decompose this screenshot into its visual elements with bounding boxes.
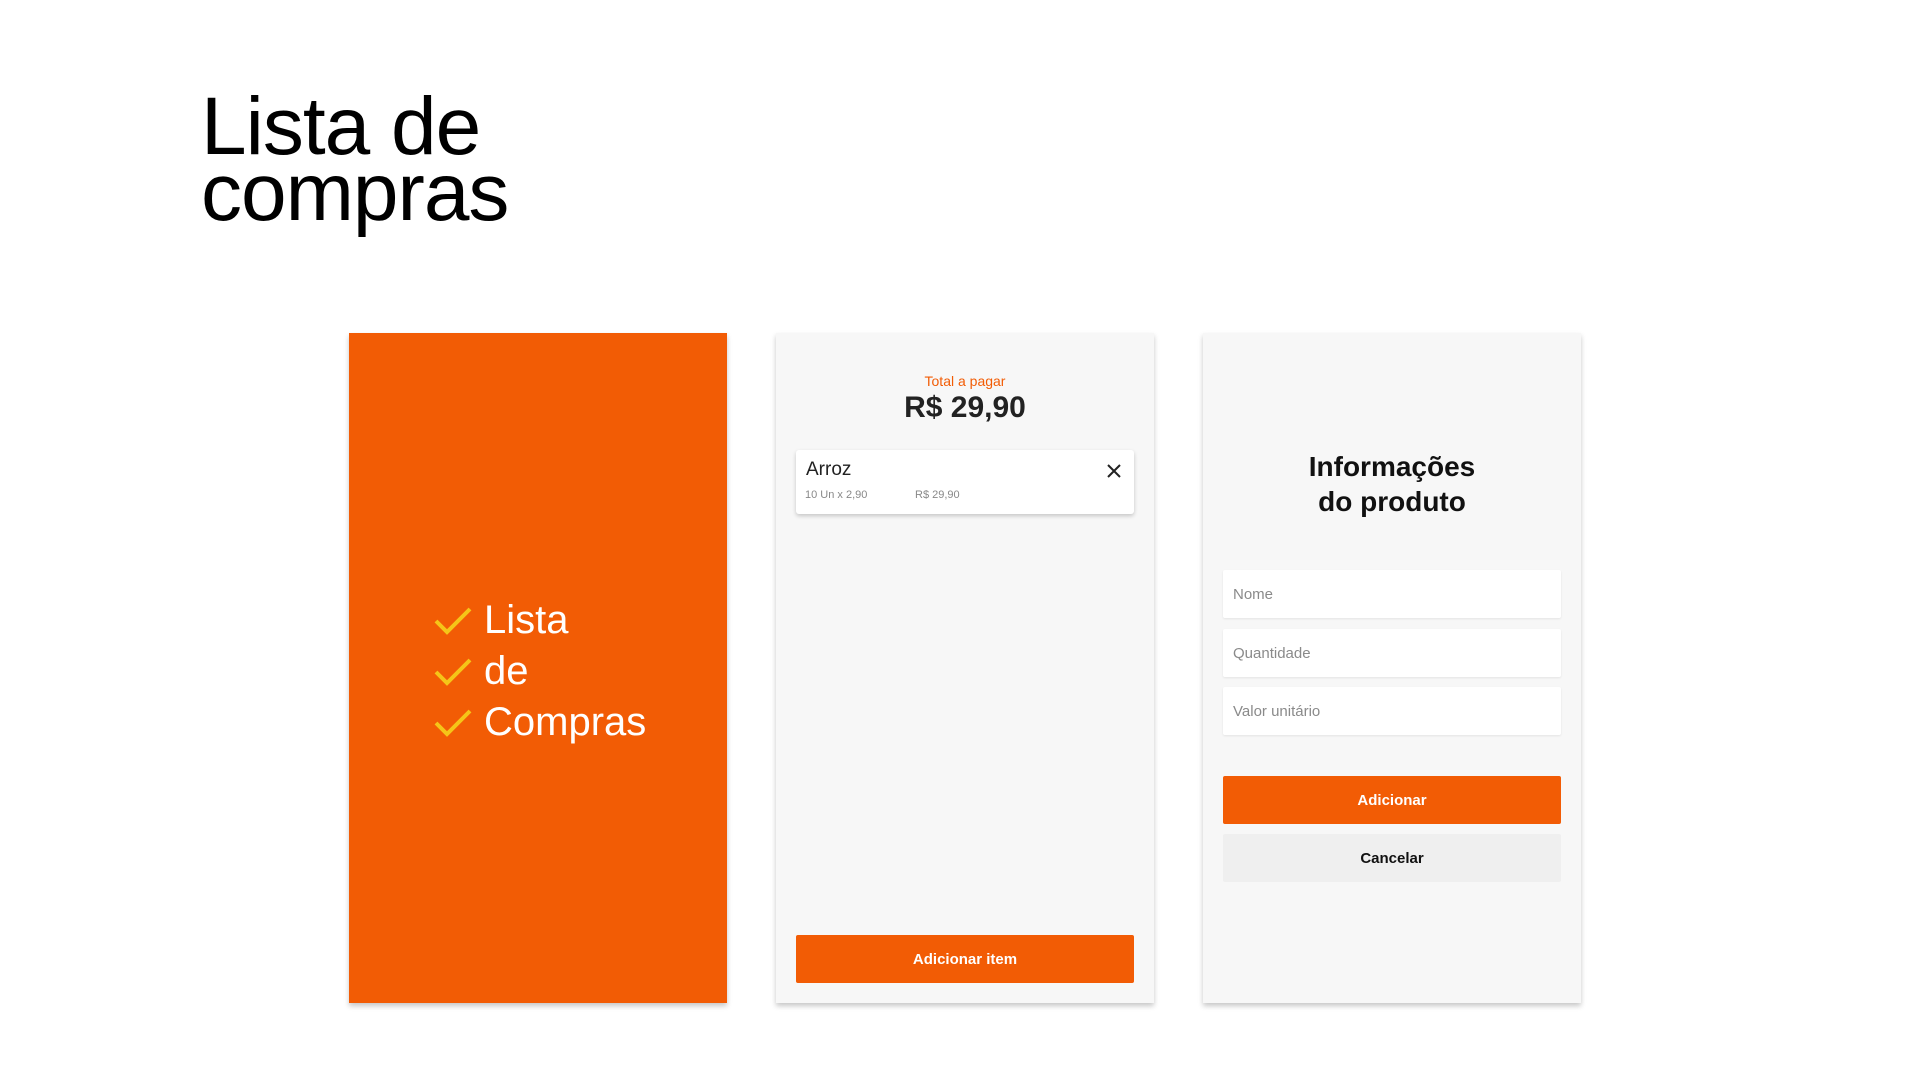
name-field[interactable]: [1223, 570, 1561, 618]
page-title-line-2: compras: [201, 147, 509, 238]
form-title-line-1: Informações: [1308, 451, 1476, 482]
total-value: R$ 29,90: [904, 391, 1026, 424]
splash-item-label: de: [484, 649, 529, 693]
check-icon: [434, 606, 472, 636]
list-screen: Total a pagar R$ 29,90 Arroz 10 Un x 2,9…: [776, 333, 1154, 1003]
splash-item-label: Lista: [484, 598, 569, 642]
splash-checklist: Lista de Compras: [434, 595, 646, 748]
splash-screen: Lista de Compras: [349, 333, 727, 1003]
cancel-button[interactable]: Cancelar: [1223, 834, 1561, 882]
splash-item-label: Compras: [484, 700, 647, 744]
unit-price-field[interactable]: [1223, 687, 1561, 735]
quantity-field[interactable]: [1223, 629, 1561, 677]
item-price: R$ 29,90: [915, 489, 960, 501]
check-icon: [434, 708, 472, 738]
check-icon: [434, 657, 472, 687]
add-button[interactable]: Adicionar: [1223, 776, 1561, 824]
product-form-screen: Informações do produto Adicionar Cancela…: [1203, 333, 1581, 1003]
close-icon[interactable]: [1106, 463, 1122, 479]
list-item[interactable]: Arroz 10 Un x 2,90 R$ 29,90: [796, 450, 1134, 514]
page-title: Lista de compras: [201, 86, 509, 238]
form-title-line-2: do produto: [1318, 486, 1466, 517]
splash-item: de: [434, 646, 646, 697]
item-quantity-detail: 10 Un x 2,90: [805, 489, 868, 501]
splash-item: Compras: [434, 697, 646, 748]
total-label: Total a pagar: [924, 373, 1006, 389]
item-name: Arroz: [806, 459, 852, 480]
splash-item: Lista: [434, 595, 646, 646]
form-title: Informações do produto: [1203, 449, 1581, 519]
add-item-button[interactable]: Adicionar item: [796, 935, 1134, 983]
